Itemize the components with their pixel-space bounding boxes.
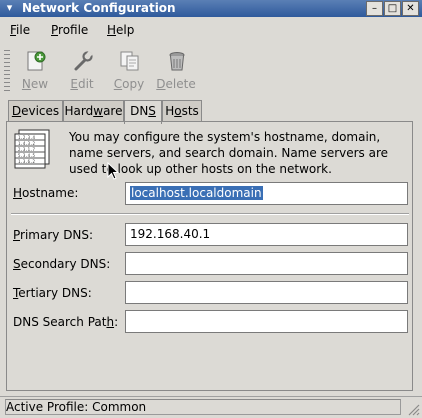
separator xyxy=(11,213,409,215)
edit-button[interactable]: Edit xyxy=(57,48,107,94)
primary-dns-field[interactable]: 192.168.40.1 xyxy=(125,223,408,246)
tab-hardware-mnemonic: w xyxy=(93,104,104,118)
menu-profile-mnemonic: P xyxy=(51,23,59,37)
svg-text:5.3.4.5: 5.3.4.5 xyxy=(18,153,35,158)
dns-search-path-field[interactable] xyxy=(125,310,408,333)
tab-hosts-pre: H xyxy=(165,104,175,118)
copy-mnemonic: C xyxy=(113,77,123,91)
mouse-cursor-icon xyxy=(107,162,119,180)
hostname-label: Hostname: xyxy=(13,186,78,200)
primary-dns-label-rest: rimary DNS: xyxy=(20,228,94,242)
hostname-mnemonic: H xyxy=(13,186,23,200)
edit-label-rest: dit xyxy=(77,77,94,91)
tab-hardware-pre: Hard xyxy=(64,104,94,118)
secondary-dns-field[interactable] xyxy=(125,252,408,275)
new-label: New xyxy=(10,77,60,91)
dns-table-icon: 1.2.3.4 1.4.3.2 2.3.1.7 5.3.4.5 1.3.6.2 xyxy=(14,129,50,169)
wrench-icon xyxy=(74,50,93,71)
copy-icon xyxy=(120,51,139,71)
minimize-button[interactable]: – xyxy=(366,1,383,16)
menu-profile-label: rofile xyxy=(58,23,89,37)
delete-label: Delete xyxy=(151,77,201,91)
menu-file-label: ile xyxy=(16,23,31,37)
secondary-dns-mnemonic: S xyxy=(13,257,21,271)
tab-dns-mnemonic: S xyxy=(148,104,156,118)
new-label-rest: ew xyxy=(30,77,49,91)
tab-devices-label: evices xyxy=(21,104,60,118)
window-title: Network Configuration xyxy=(22,1,176,15)
tab-devices[interactable]: Devices xyxy=(8,100,63,122)
toolbar: New Edit Copy Delete xyxy=(0,44,422,96)
menu-bar: File Profile Help xyxy=(0,18,422,42)
dns-search-path-label: DNS Search Path: xyxy=(13,315,118,329)
hostname-value: localhost.localdomain xyxy=(130,186,263,200)
close-button[interactable]: ✕ xyxy=(402,1,419,16)
edit-label: Edit xyxy=(57,77,107,91)
secondary-dns-label: Secondary DNS: xyxy=(13,257,110,271)
delete-label-rest: elete xyxy=(165,77,196,91)
copy-button[interactable]: Copy xyxy=(104,48,154,94)
svg-text:1.3.6.2: 1.3.6.2 xyxy=(18,159,35,164)
tab-hosts-label: sts xyxy=(181,104,199,118)
resize-grip-icon[interactable] xyxy=(406,402,420,416)
tab-hardware-label: are xyxy=(103,104,123,118)
tab-hosts-mnemonic: o xyxy=(174,104,182,118)
dns-search-path-pre: DNS Search Pat xyxy=(13,315,107,329)
tab-dns-pre: DN xyxy=(130,104,149,118)
tertiary-dns-label-rest: ertiary DNS: xyxy=(18,286,92,300)
svg-text:1.2.3.4: 1.2.3.4 xyxy=(18,135,35,140)
dns-search-path-rest: : xyxy=(114,315,119,329)
primary-dns-mnemonic: P xyxy=(13,228,21,242)
tertiary-dns-label: Tertiary DNS: xyxy=(13,286,92,300)
menu-profile[interactable]: Profile xyxy=(51,23,88,37)
new-mnemonic: N xyxy=(21,77,31,91)
hostname-field[interactable]: localhost.localdomain xyxy=(125,182,408,205)
svg-text:2.3.1.7: 2.3.1.7 xyxy=(18,147,35,152)
tab-hosts[interactable]: Hosts xyxy=(162,100,202,122)
menu-file[interactable]: File xyxy=(10,23,30,37)
tab-hardware[interactable]: Hardware xyxy=(63,100,124,122)
menu-help-label: elp xyxy=(116,23,135,37)
window-menu-icon[interactable]: ▾ xyxy=(2,1,17,15)
menu-help[interactable]: Help xyxy=(107,23,134,37)
active-profile-status: Active Profile: Common xyxy=(5,399,401,415)
maximize-button[interactable]: □ xyxy=(384,1,401,16)
dns-info-text: You may configure the system's hostname,… xyxy=(69,130,389,176)
tertiary-dns-field[interactable] xyxy=(125,281,408,304)
menu-help-mnemonic: H xyxy=(107,23,117,37)
svg-text:1.4.3.2: 1.4.3.2 xyxy=(18,141,35,146)
copy-label-rest: opy xyxy=(122,77,145,91)
dns-search-path-mnemonic: h xyxy=(106,315,115,329)
copy-label: Copy xyxy=(104,77,154,91)
status-bar: Active Profile: Common xyxy=(0,396,422,418)
trash-icon xyxy=(169,52,185,71)
new-icon xyxy=(27,51,46,71)
secondary-dns-label-rest: econdary DNS: xyxy=(20,257,111,271)
hostname-label-rest: ostname: xyxy=(22,186,79,200)
primary-dns-label: Primary DNS: xyxy=(13,228,93,242)
tab-devices-mnemonic: D xyxy=(11,104,22,118)
delete-button[interactable]: Delete xyxy=(151,48,201,94)
title-bar: ▾ Network Configuration – □ ✕ xyxy=(0,0,422,17)
delete-mnemonic: D xyxy=(156,77,166,91)
edit-mnemonic: E xyxy=(70,77,78,91)
new-button[interactable]: New xyxy=(10,48,60,94)
